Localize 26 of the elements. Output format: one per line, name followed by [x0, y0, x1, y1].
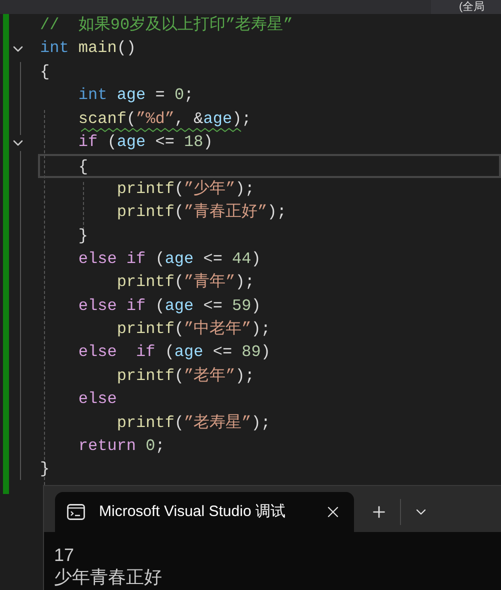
- code-line: int main(): [40, 38, 138, 60]
- code-line: else if (age <= 89): [77, 342, 272, 364]
- code-line: else if (age <= 59): [77, 296, 262, 317]
- terminal-icon: [67, 504, 85, 520]
- scope-dropdown[interactable]: (全局: [431, 0, 501, 14]
- code-line: return 0;: [77, 436, 166, 458]
- code-line: if (age <= 18): [77, 132, 214, 153]
- terminal-output-line: 少年青春正好: [54, 566, 163, 588]
- code-line: printf(”老寿星”);: [116, 412, 272, 434]
- code-line: scanf(”%d”, &age);: [77, 108, 252, 130]
- code-line: printf(”少年”);: [116, 178, 256, 200]
- code-line: }: [77, 226, 90, 247]
- code-line: printf(”老年”);: [116, 366, 256, 387]
- code-line: printf(”中老年”);: [116, 318, 272, 340]
- terminal-tab[interactable]: Microsoft Visual Studio 调试: [55, 492, 354, 532]
- code-line: int age = 0;: [77, 85, 195, 106]
- code-line: printf(”青春正好”);: [116, 202, 288, 224]
- code-line: printf(”青年”);: [116, 272, 256, 294]
- code-line: else if (age <= 44): [77, 248, 262, 270]
- code-line: // 如果90岁及以上打印”老寿星”: [40, 14, 294, 36]
- new-tab-icon[interactable]: [370, 503, 388, 521]
- terminal-output-line: 17: [54, 544, 76, 566]
- terminal-tab-title: Microsoft Visual Studio 调试: [99, 502, 286, 522]
- code-line: {: [40, 62, 51, 83]
- code-line: else: [77, 389, 118, 410]
- code-line: }: [40, 459, 51, 480]
